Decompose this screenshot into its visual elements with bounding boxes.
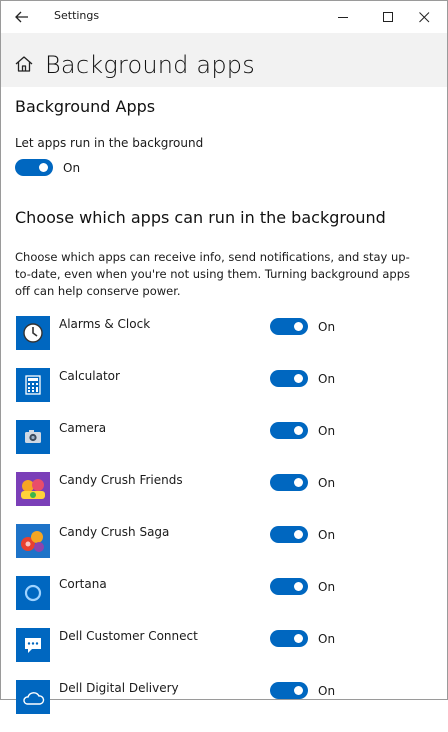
app-name: Calculator bbox=[59, 369, 120, 383]
home-icon bbox=[14, 55, 34, 73]
let-apps-run-toggle[interactable] bbox=[15, 159, 53, 176]
title-bar: Settings bbox=[1, 1, 447, 33]
back-arrow-icon[interactable] bbox=[7, 5, 37, 29]
cortana-icon bbox=[16, 576, 50, 610]
toggle-knob bbox=[39, 163, 48, 172]
app-row-candy-crush-friends: Candy Crush Friends On bbox=[1, 472, 447, 524]
app-name: Cortana bbox=[59, 577, 107, 591]
toggle-knob bbox=[294, 634, 303, 643]
close-icon[interactable] bbox=[401, 1, 447, 33]
toggle-knob bbox=[294, 582, 303, 591]
app-toggle-state: On bbox=[318, 580, 336, 594]
app-row-candy-crush-saga: Candy Crush Saga On bbox=[1, 524, 447, 576]
toggle-knob bbox=[294, 478, 303, 487]
app-toggle-candy-crush-saga[interactable] bbox=[270, 526, 308, 543]
let-apps-run-state: On bbox=[63, 161, 81, 175]
app-toggle-camera[interactable] bbox=[270, 422, 308, 439]
app-row-dell-customer-connect: Dell Customer Connect On bbox=[1, 628, 447, 680]
app-toggle-state: On bbox=[318, 528, 336, 542]
cloud-icon bbox=[16, 680, 50, 714]
app-toggle-state: On bbox=[318, 632, 336, 646]
app-toggle-state: On bbox=[318, 476, 336, 490]
choose-apps-heading: Choose which apps can run in the backgro… bbox=[15, 208, 386, 227]
page-title: Background apps bbox=[45, 51, 255, 79]
page-header: Background apps bbox=[1, 33, 447, 87]
choose-apps-description: Choose which apps can receive info, send… bbox=[15, 250, 410, 298]
settings-window: Settings Background apps Background Apps… bbox=[0, 0, 448, 714]
minimize-icon[interactable] bbox=[320, 1, 366, 33]
calculator-icon bbox=[16, 368, 50, 402]
toggle-knob bbox=[294, 686, 303, 695]
toggle-knob bbox=[294, 374, 303, 383]
app-toggle-state: On bbox=[318, 372, 336, 386]
app-row-calculator: Calculator On bbox=[1, 368, 447, 420]
app-row-cortana: Cortana On bbox=[1, 576, 447, 628]
app-name: Dell Customer Connect bbox=[59, 629, 198, 643]
app-name: Candy Crush Friends bbox=[59, 473, 183, 487]
background-apps-heading: Background Apps bbox=[15, 97, 156, 116]
app-row-alarms-clock: Alarms & Clock On bbox=[1, 316, 447, 368]
app-name: Camera bbox=[59, 421, 107, 435]
let-apps-run-label: Let apps run in the background bbox=[15, 136, 204, 150]
app-toggle-dell-digital-delivery[interactable] bbox=[270, 682, 308, 699]
app-toggle-state: On bbox=[318, 684, 336, 698]
app-toggle-candy-crush-friends[interactable] bbox=[270, 474, 308, 491]
candy-crush-friends-icon bbox=[16, 472, 50, 506]
app-row-camera: Camera On bbox=[1, 420, 447, 472]
window-title: Settings bbox=[54, 9, 100, 22]
app-name: Alarms & Clock bbox=[59, 317, 151, 331]
app-toggle-calculator[interactable] bbox=[270, 370, 308, 387]
app-name: Dell Digital Delivery bbox=[59, 681, 179, 695]
app-toggle-state: On bbox=[318, 424, 336, 438]
app-toggle-dell-customer-connect[interactable] bbox=[270, 630, 308, 647]
toggle-knob bbox=[294, 426, 303, 435]
app-row-dell-digital-delivery: Dell Digital Delivery On bbox=[1, 680, 447, 732]
toggle-knob bbox=[294, 530, 303, 539]
camera-icon bbox=[16, 420, 50, 454]
alarm-clock-icon bbox=[16, 316, 50, 350]
app-toggle-cortana[interactable] bbox=[270, 578, 308, 595]
chat-bubble-icon bbox=[16, 628, 50, 662]
toggle-knob bbox=[294, 322, 303, 331]
app-toggle-state: On bbox=[318, 320, 336, 334]
candy-crush-saga-icon bbox=[16, 524, 50, 558]
app-toggle-alarms-clock[interactable] bbox=[270, 318, 308, 335]
app-name: Candy Crush Saga bbox=[59, 525, 170, 539]
